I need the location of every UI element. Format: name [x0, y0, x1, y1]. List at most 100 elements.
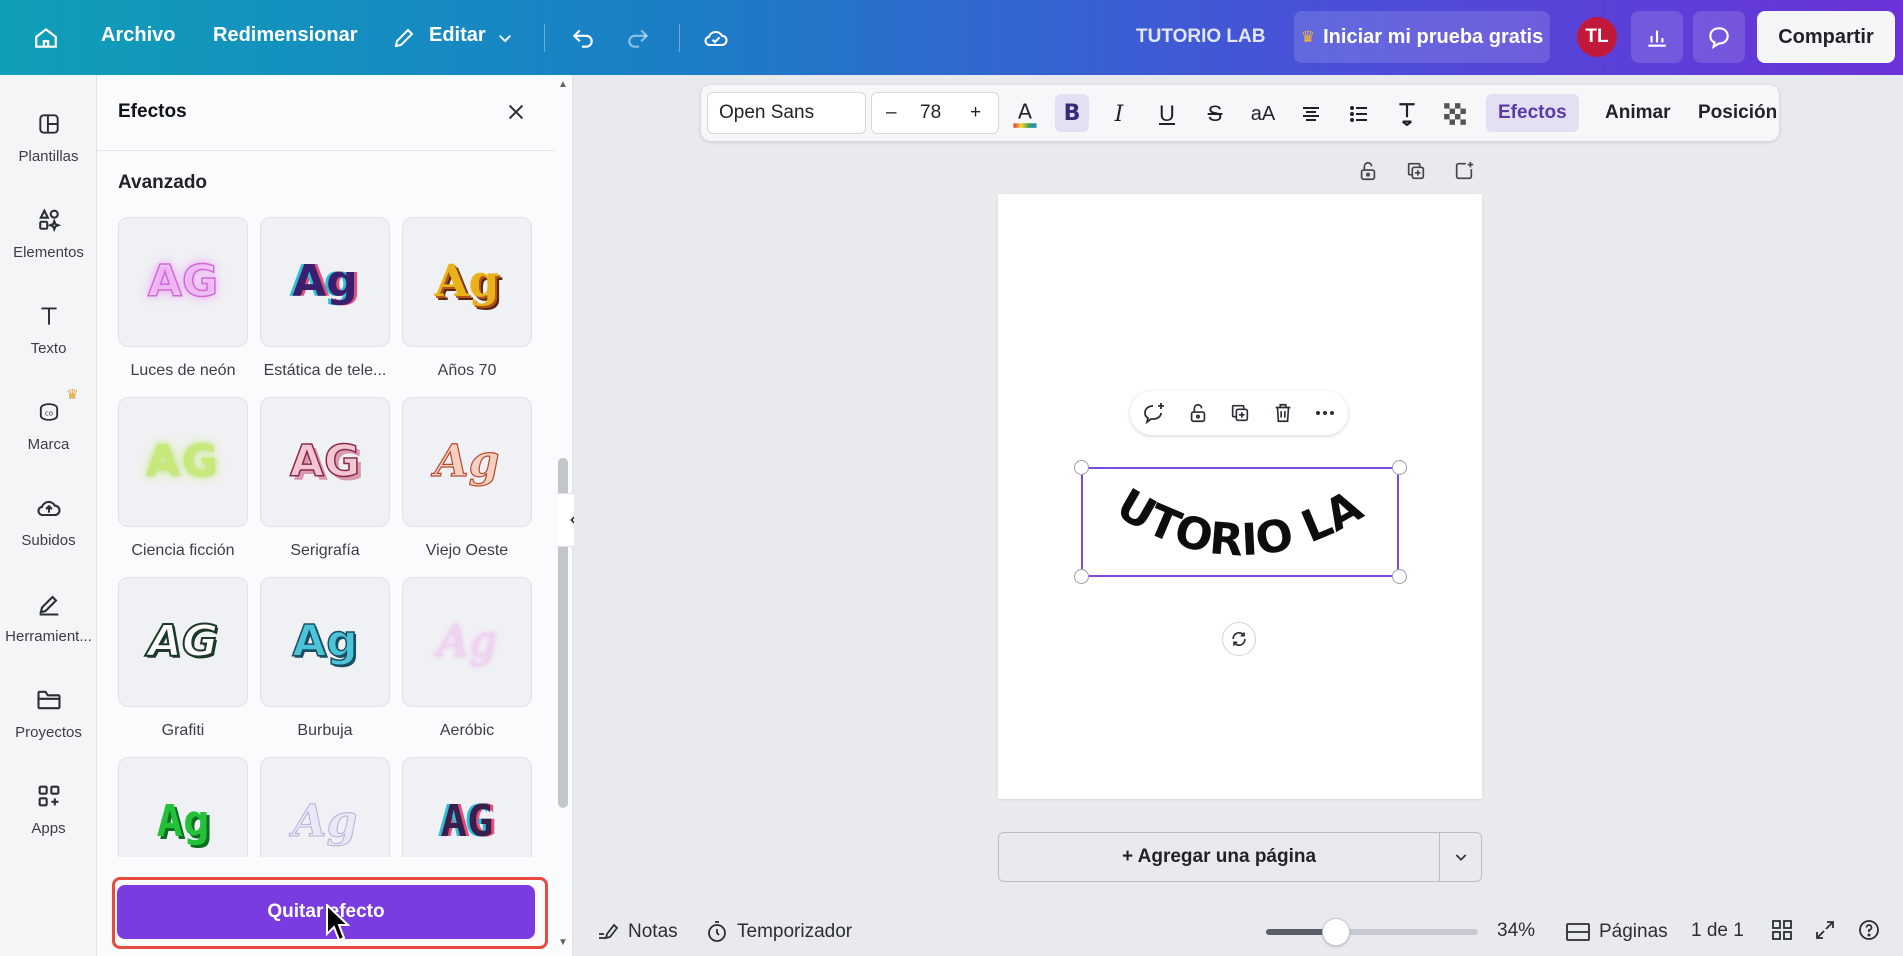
- rail-label: Proyectos: [15, 724, 82, 741]
- transparency-icon[interactable]: [1438, 97, 1472, 131]
- resize-handle[interactable]: [1074, 460, 1089, 475]
- notes-icon: [599, 923, 619, 940]
- scroll-down-arrow[interactable]: ▼: [558, 937, 568, 948]
- zoom-value[interactable]: 34%: [1497, 920, 1535, 942]
- zoom-slider-thumb[interactable]: [1322, 918, 1350, 946]
- effect-sample: Ag: [156, 796, 210, 847]
- notes-button[interactable]: Notas: [596, 920, 678, 944]
- notes-label: Notas: [628, 921, 678, 942]
- effect-tile-aerobic[interactable]: Ag: [402, 577, 532, 707]
- avatar[interactable]: TL: [1577, 17, 1617, 57]
- rotate-icon[interactable]: [1222, 622, 1256, 656]
- resize-handle[interactable]: [1074, 569, 1089, 584]
- cloud-saved-icon[interactable]: [700, 22, 732, 54]
- trial-label: Iniciar mi prueba gratis: [1323, 25, 1544, 48]
- underline-icon[interactable]: U: [1150, 97, 1184, 131]
- timer-button[interactable]: Temporizador: [705, 920, 852, 944]
- chevron-down-icon[interactable]: [1440, 833, 1482, 881]
- font-size-value[interactable]: 78: [920, 102, 941, 124]
- fullscreen-icon[interactable]: [1813, 918, 1837, 942]
- comments-button[interactable]: [1693, 11, 1745, 63]
- rail-item-subidos[interactable]: Subidos: [0, 484, 97, 564]
- lock-icon[interactable]: [1354, 157, 1382, 185]
- rail-label: Plantillas: [18, 148, 79, 165]
- folder-icon: [33, 684, 65, 716]
- font-family-select[interactable]: Open Sans: [707, 92, 866, 134]
- analytics-button[interactable]: [1631, 11, 1683, 63]
- bold-icon[interactable]: B: [1055, 94, 1089, 132]
- effect-sample: Ag: [437, 616, 497, 667]
- menu-editar[interactable]: Editar: [429, 24, 486, 47]
- redo-icon[interactable]: [622, 22, 654, 54]
- scroll-up-arrow[interactable]: ▲: [558, 79, 568, 90]
- help-icon[interactable]: [1857, 918, 1881, 942]
- divider: [544, 24, 545, 52]
- rail-label: Subidos: [21, 532, 76, 549]
- duplicate-page-icon[interactable]: [1402, 157, 1430, 185]
- effect-sample: Ag: [292, 256, 358, 307]
- resize-handle[interactable]: [1392, 460, 1407, 475]
- position-button[interactable]: Posición: [1686, 94, 1789, 132]
- rail-label: Elementos: [13, 244, 84, 261]
- chevron-down-icon[interactable]: [489, 22, 521, 54]
- lock-icon[interactable]: [1184, 399, 1212, 427]
- animate-button[interactable]: Animar: [1593, 94, 1682, 132]
- strikethrough-icon[interactable]: S: [1198, 97, 1232, 131]
- trash-icon[interactable]: [1269, 399, 1297, 427]
- add-page-button[interactable]: + Agregar una página: [999, 833, 1439, 881]
- effect-sample: AG: [147, 256, 219, 307]
- text-color-icon[interactable]: A: [1008, 97, 1042, 131]
- rail-item-elementos[interactable]: Elementos: [0, 196, 97, 276]
- rail-item-marca[interactable]: co ♛ Marca: [0, 386, 97, 468]
- letter-case-icon[interactable]: aA: [1246, 97, 1280, 131]
- menu-redimensionar[interactable]: Redimensionar: [213, 24, 357, 47]
- effects-grid: AG Ag Ag Luces de neón Estática de tele.…: [118, 217, 538, 857]
- align-center-icon[interactable]: [1294, 97, 1328, 131]
- crown-icon: ♛: [1300, 29, 1316, 46]
- effect-tile-static[interactable]: Ag: [260, 217, 390, 347]
- pages-button[interactable]: Páginas: [1565, 920, 1668, 944]
- bar-chart-icon: [1648, 30, 1666, 47]
- menu-archivo[interactable]: Archivo: [101, 24, 175, 47]
- home-icon[interactable]: [30, 22, 62, 54]
- effect-tile-grafiti[interactable]: AG: [118, 577, 248, 707]
- effect-tile-viejo-oeste[interactable]: Ag: [402, 397, 532, 527]
- undo-icon[interactable]: [567, 22, 599, 54]
- italic-icon[interactable]: I: [1102, 97, 1136, 131]
- grid-view-icon[interactable]: [1770, 918, 1794, 942]
- add-comment-icon[interactable]: [1140, 399, 1168, 427]
- effect-tile-serigrafia[interactable]: AG: [260, 397, 390, 527]
- duplicate-icon[interactable]: [1226, 399, 1254, 427]
- selection-box: [1081, 467, 1399, 577]
- divider: [679, 24, 680, 52]
- rail-item-herramientas[interactable]: Herramient...: [0, 580, 97, 660]
- page-count: 1 de 1: [1691, 920, 1744, 942]
- list-icon[interactable]: [1342, 97, 1376, 131]
- effect-tile-70s[interactable]: Ag: [402, 217, 532, 347]
- increase-size-button[interactable]: +: [970, 102, 981, 124]
- spacing-icon[interactable]: [1390, 97, 1424, 131]
- add-page-bar: + Agregar una página: [998, 832, 1482, 882]
- project-name[interactable]: TUTORIO LAB: [1136, 26, 1265, 48]
- effect-tile-neon[interactable]: AG: [118, 217, 248, 347]
- close-icon[interactable]: [501, 97, 531, 127]
- decrease-size-button[interactable]: –: [886, 102, 897, 124]
- start-trial-button[interactable]: ♛ Iniciar mi prueba gratis: [1294, 11, 1550, 63]
- effect-tile-burbuja[interactable]: Ag: [260, 577, 390, 707]
- effect-tile-script[interactable]: Ag: [260, 757, 390, 857]
- more-icon[interactable]: [1311, 399, 1339, 427]
- rail-item-texto[interactable]: Texto: [0, 292, 97, 372]
- add-page-icon[interactable]: [1450, 157, 1478, 185]
- effect-sample: Ag: [434, 256, 500, 307]
- share-button[interactable]: Compartir: [1757, 11, 1895, 63]
- effect-label: Aeróbic: [439, 722, 495, 739]
- effects-button[interactable]: Efectos: [1486, 94, 1579, 132]
- effect-tile-pixel[interactable]: Ag: [118, 757, 248, 857]
- resize-handle[interactable]: [1392, 569, 1407, 584]
- rail-item-proyectos[interactable]: Proyectos: [0, 676, 97, 756]
- rail-item-plantillas[interactable]: Plantillas: [0, 100, 97, 180]
- effect-tile-scifi[interactable]: AG: [118, 397, 248, 527]
- effect-label: Grafiti: [161, 722, 205, 739]
- effect-tile-glitch[interactable]: AG: [402, 757, 532, 857]
- rail-item-apps[interactable]: Apps: [0, 772, 97, 852]
